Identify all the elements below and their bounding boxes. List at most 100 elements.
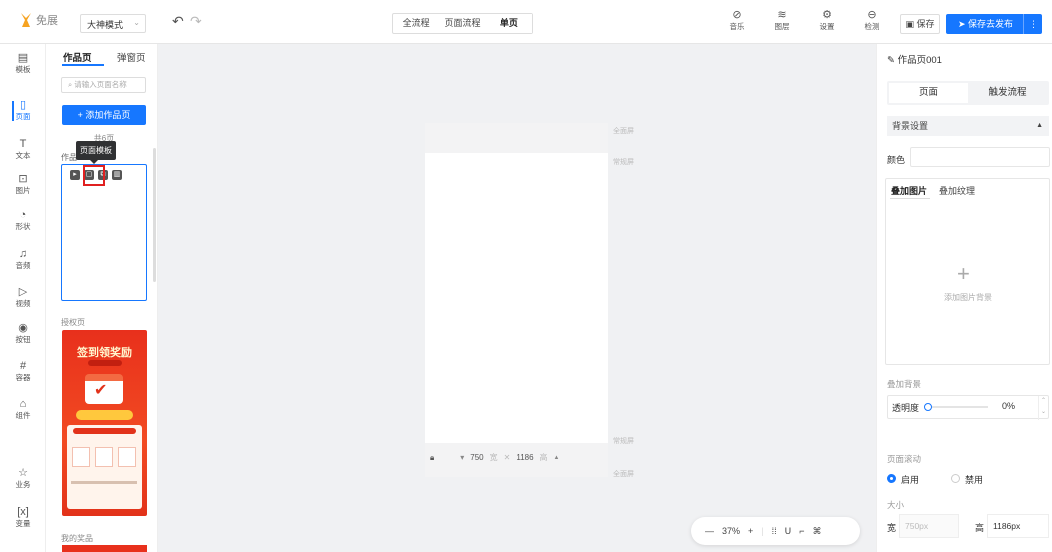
rail-label: 文本 [15,151,31,160]
page-thumbnail-promo[interactable]: 签到领奖励 ✔ [62,330,147,516]
color-picker-input[interactable] [910,147,1050,167]
rail-business[interactable]: ☆ 业务 [0,467,46,490]
more-icon[interactable]: ⋮ [1023,14,1038,34]
detect-button[interactable]: ⊖ 检测 [857,8,887,32]
grid-icon[interactable]: ⁞⁞ [772,526,777,536]
zoom-out-icon[interactable]: — [705,526,714,536]
prize-text [71,481,137,484]
mode-select[interactable]: 大神模式 ⌄ [80,14,146,33]
height-input[interactable]: 1186px [987,514,1049,538]
container-icon: # [19,360,27,372]
shortcut-icon[interactable]: ⌘ [813,526,822,537]
page-search-input[interactable]: ⌕ 请输入页面名称 [61,77,146,93]
zoom-in-icon[interactable]: + [748,526,753,536]
edit-icon[interactable]: ✎ [887,55,898,66]
rail-button[interactable]: ◉ 按钮 [0,322,46,345]
component-icon: ⌂ [19,398,27,410]
rail-label: 音频 [15,261,31,270]
promo-prize-card [67,425,142,509]
logo-text: 免展 [36,15,58,27]
undo-icon[interactable]: ↶ [172,13,184,30]
width-value[interactable]: 750 [470,453,483,462]
opacity-value[interactable]: 0% [1002,401,1015,411]
full-screen-marker: 全面屏 [613,471,634,478]
mode-value: 大神模式 [87,20,124,30]
rail-audio[interactable]: ♫ 音频 [0,248,46,271]
save-button[interactable]: ▣ 保存 [900,14,940,34]
ruler-icon[interactable]: ⌐ [799,526,804,536]
rail-component[interactable]: ⌂ 组件 [0,398,46,421]
expand-icon[interactable]: ▲ [554,455,560,461]
tab-trigger-flow[interactable]: 触发流程 [968,83,1047,103]
shape-icon: ◔ [19,209,27,221]
rail-video[interactable]: ▷ 视频 [0,286,46,309]
opacity-slider-knob[interactable] [924,403,932,411]
plus-icon[interactable]: + [957,261,970,287]
radio-enable[interactable] [887,474,896,483]
rail-shape[interactable]: ◔ 形状 [0,209,46,232]
add-background-image[interactable]: 添加图片背景 [887,292,1049,303]
chevron-down-icon: ⌄ [133,18,140,27]
music-button[interactable]: ⊘ 音乐 [722,8,752,32]
background-section-header[interactable]: 背景设置 ▲ [887,116,1049,136]
delete-icon[interactable]: ▥ [112,170,122,180]
publish-label: 保存去发布 [968,19,1014,29]
gear-icon: ⚙ [822,9,832,21]
opacity-slider-track[interactable] [928,406,988,408]
rail-label: 组件 [15,411,31,420]
rail-label: 按钮 [15,335,31,344]
save-icon: ▣ [905,19,917,29]
detect-icon: ⊖ [867,9,877,21]
tab-all-flow[interactable]: 全流程 [393,14,439,33]
radio-disable[interactable] [951,474,960,483]
tab-single-page[interactable]: 单页 [485,14,532,33]
zoom-bar: — 37% + | ⁞⁞ Ս ⌐ ⌘ [691,517,860,545]
section-label: 背景设置 [892,121,929,131]
height-value[interactable]: 1186 [516,453,533,462]
divider: | [761,526,764,536]
tab-page-flow[interactable]: 页面流程 [439,14,485,33]
settings-button[interactable]: ⚙ 设置 [812,8,842,32]
check-icon: ✔ [94,382,108,399]
rail-container[interactable]: # 容器 [0,360,46,383]
magnet-icon[interactable]: Ս [785,526,792,537]
height-unit: 高 [539,453,548,462]
publish-button[interactable]: ➤ 保存去发布 ⋮ [946,14,1042,34]
overlay-bg-label: 叠加背景 [887,379,922,389]
normal-screen-marker: 常规屏 [613,159,634,166]
device-dropdown-icon[interactable]: ▾ [460,453,464,462]
opacity-stepper[interactable]: ⌃ ⌄ [1038,396,1048,420]
canvas-size-bar: 🔒︎ ▾ 750 宽 ✕ 1186 高 ▲ [430,452,560,463]
page-thumbnail-prizes[interactable] [62,545,147,552]
page-list-scrollbar[interactable] [153,148,156,282]
section-my-prizes: 我的奖品 [61,534,93,543]
layers-icon: ≋ [777,9,787,21]
tab-popup-pages[interactable]: 弹窗页 [117,50,146,64]
prize-image [95,447,113,467]
flow-tabs: 全流程 页面流程 单页 [392,13,533,34]
rail-variable[interactable]: [x] 变量 [0,506,46,529]
redo-icon[interactable]: ↷ [190,13,202,30]
tab-overlay-image[interactable]: 叠加图片 [891,184,927,197]
preview-icon[interactable]: ▸ [70,170,80,180]
tab-page[interactable]: 页面 [889,83,968,103]
swap-icon[interactable]: ✕ [504,453,511,462]
phone-page[interactable] [425,153,608,443]
layers-button[interactable]: ≋ 图层 [767,8,797,32]
rail-template[interactable]: ▤ 模板 [0,52,46,75]
rail-image[interactable]: ⊡ 图片 [0,173,46,196]
calendar-icon: ✔ [85,374,123,404]
music-icon: ⊘ [732,9,742,21]
rail-text[interactable]: T 文本 [0,138,46,161]
lock-icon[interactable]: 🔒︎ [430,453,434,463]
settings-label: 设置 [819,22,835,31]
app-logo: 免展 [18,12,58,28]
enable-label: 启用 [901,475,920,485]
tab-work-pages[interactable]: 作品页 [63,50,92,64]
properties-tabs: 页面 触发流程 [887,81,1049,105]
page-title-text: 作品页001 [897,55,942,66]
tab-overlay-texture[interactable]: 叠加纹理 [939,184,975,197]
add-page-button[interactable]: + 添加作品页 [62,105,146,125]
rail-page[interactable]: ▯ 页面 [0,99,46,122]
music-label: 音乐 [729,22,745,31]
